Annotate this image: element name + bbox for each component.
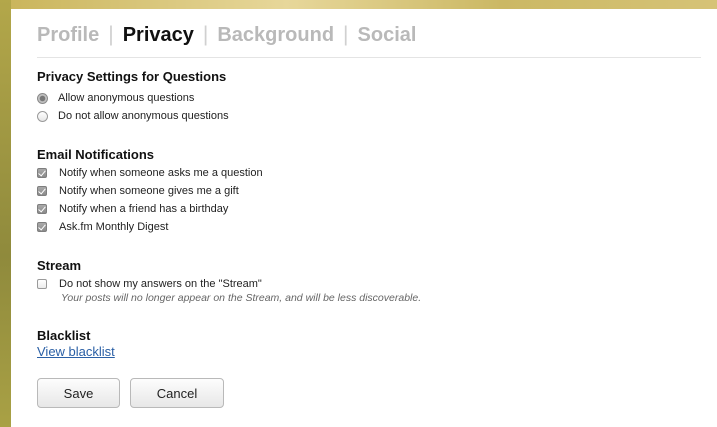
stream-section-title: Stream — [37, 258, 82, 273]
tab-profile[interactable]: Profile — [37, 24, 99, 47]
save-button[interactable]: Save — [37, 378, 120, 408]
checkbox-monthly-digest[interactable]: Ask.fm Monthly Digest — [37, 221, 168, 233]
checkbox-notify-question[interactable]: Notify when someone asks me a question — [37, 167, 263, 179]
tab-social[interactable]: Social — [358, 24, 417, 47]
settings-tabs: Profile | Privacy | Background | Social — [37, 21, 416, 49]
tabs-divider — [37, 57, 701, 58]
radio-button-selected[interactable] — [37, 92, 48, 104]
checkbox-checked[interactable] — [37, 186, 47, 196]
background-strip-top — [0, 0, 717, 9]
email-section-title: Email Notifications — [37, 147, 155, 162]
checkbox-notify-birthday[interactable]: Notify when a friend has a birthday — [37, 203, 228, 215]
tab-separator: | — [202, 23, 209, 46]
checkbox-notify-gift[interactable]: Notify when someone gives me a gift — [37, 185, 239, 197]
checkbox-unchecked[interactable] — [37, 279, 47, 289]
checkbox-label: Notify when someone gives me a gift — [59, 185, 239, 197]
view-blacklist-link[interactable]: View blacklist — [37, 344, 115, 359]
checkbox-checked[interactable] — [37, 168, 47, 178]
checkbox-label: Ask.fm Monthly Digest — [59, 221, 169, 233]
radio-label: Allow anonymous questions — [58, 92, 195, 104]
radio-allow-anonymous[interactable]: Allow anonymous questions — [37, 92, 194, 104]
stream-hint-text: Your posts will no longer appear on the … — [61, 292, 422, 304]
tab-privacy[interactable]: Privacy — [123, 24, 194, 47]
checkbox-hide-stream[interactable]: Do not show my answers on the "Stream" — [37, 278, 262, 290]
checkbox-label: Notify when someone asks me a question — [59, 167, 263, 179]
tab-separator: | — [108, 23, 114, 46]
checkbox-checked[interactable] — [37, 222, 47, 232]
background-strip-left — [0, 0, 11, 427]
cancel-button[interactable]: Cancel — [130, 378, 224, 408]
checkbox-label: Notify when a friend has a birthday — [59, 203, 229, 215]
tab-background[interactable]: Background — [217, 24, 334, 47]
radio-label: Do not allow anonymous questions — [58, 110, 229, 122]
checkbox-checked[interactable] — [37, 204, 47, 214]
checkbox-label: Do not show my answers on the "Stream" — [59, 278, 262, 290]
radio-button[interactable] — [37, 110, 48, 122]
tab-separator: | — [343, 23, 349, 46]
blacklist-section-title: Blacklist — [37, 328, 91, 343]
radio-disallow-anonymous[interactable]: Do not allow anonymous questions — [37, 110, 229, 122]
questions-section-title: Privacy Settings for Questions — [37, 69, 227, 84]
